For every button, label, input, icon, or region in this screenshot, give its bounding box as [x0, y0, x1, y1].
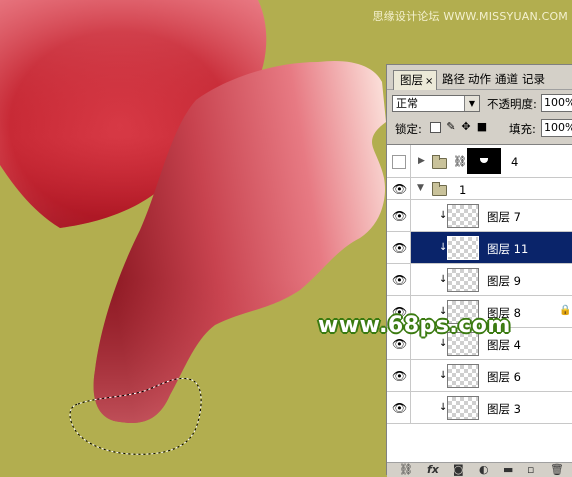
layer-name: 图层 7 [487, 210, 521, 224]
hidden-eye-box[interactable] [392, 155, 406, 169]
eye-icon[interactable]: 👁 [392, 210, 407, 222]
visibility-cell[interactable] [387, 145, 411, 177]
folder-icon [432, 182, 447, 196]
watermark-logo: www.68ps.com [318, 313, 511, 338]
layer-name: 图层 6 [487, 370, 521, 384]
panel-tabs: 图层 × 路径 动作 通道 记录 [387, 65, 572, 90]
tab-label: 图层 [400, 73, 423, 87]
layer-thumbnail[interactable] [447, 396, 479, 420]
new-group-icon[interactable]: ▬ [503, 464, 513, 476]
mask-thumbnail[interactable] [467, 148, 501, 174]
layer-group-4[interactable]: ▶ ⛓ 4 [387, 145, 572, 178]
close-icon[interactable]: × [425, 76, 433, 87]
visibility-cell[interactable]: 👁 [387, 200, 411, 231]
visibility-cell[interactable]: 👁 [387, 360, 411, 391]
lock-icon: 🔒 [559, 305, 572, 316]
blend-row: 正常 ▼ 不透明度: 100% [387, 93, 572, 115]
layers-panel: 图层× 路径 动作 通道 记录 正常 ▼ 不透明度: 100% 锁定: ✎ ✥ … [386, 64, 572, 477]
link-icon[interactable]: ⛓ [399, 464, 413, 476]
layer-name: 图层 3 [487, 402, 521, 416]
layer-name: 图层 9 [487, 274, 521, 288]
eye-icon[interactable]: 👁 [392, 370, 407, 382]
link-icon: ⛓ [453, 155, 467, 168]
eye-icon[interactable]: 👁 [392, 183, 407, 195]
layer-name: 图层 4 [487, 338, 521, 352]
layer-list: ▶ ⛓ 4 👁 ▼ 1 👁 ↓ 图层 7 👁 ↓ 图层 11 👁 ↓ 图层 9 … [387, 144, 572, 463]
chevron-down-icon[interactable]: ▼ [464, 96, 479, 111]
collapse-arrow-icon[interactable]: ▼ [417, 183, 424, 193]
layer-thumbnail[interactable] [447, 236, 479, 260]
lock-row: 锁定: ✎ ✥ ■ 填充: 100% [387, 118, 572, 140]
watermark-top: 思缘设计论坛 WWW.MISSYUAN.COM [372, 10, 568, 23]
fill-label: 填充: [509, 122, 536, 136]
tab-layers[interactable]: 图层 × [393, 70, 438, 90]
layer-row-9[interactable]: 👁 ↓ 图层 9 [387, 264, 572, 296]
layer-row-6[interactable]: 👁 ↓ 图层 6 [387, 360, 572, 392]
adjustment-icon[interactable]: ◐ [479, 464, 489, 476]
lock-all-icon[interactable]: ■ [476, 121, 488, 133]
folder-icon [432, 155, 447, 169]
tab-channels[interactable]: 通道 [493, 70, 520, 89]
tab-paths[interactable]: 路径 [440, 70, 467, 89]
layer-thumbnail[interactable] [447, 364, 479, 388]
lock-move-icon[interactable]: ✥ [460, 121, 472, 133]
mask-icon[interactable]: ◙ [453, 464, 464, 476]
layer-name: 图层 11 [487, 242, 529, 256]
visibility-cell[interactable]: 👁 [387, 178, 411, 199]
new-layer-icon[interactable]: ▫ [527, 464, 534, 476]
expand-arrow-icon[interactable]: ▶ [418, 156, 425, 166]
layer-thumbnail[interactable] [447, 268, 479, 292]
layer-row-3[interactable]: 👁 ↓ 图层 3 [387, 392, 572, 424]
blend-mode-value: 正常 [396, 97, 418, 110]
layer-row-7[interactable]: 👁 ↓ 图层 7 [387, 200, 572, 232]
eye-icon[interactable]: 👁 [392, 274, 407, 286]
lock-transparency-icon[interactable] [430, 122, 441, 133]
layer-group-1[interactable]: 👁 ▼ 1 [387, 178, 572, 200]
opacity-label: 不透明度: [487, 97, 537, 111]
tab-history[interactable]: 记录 [520, 70, 547, 89]
trash-icon[interactable]: 🗑 [550, 464, 564, 476]
lock-paint-icon[interactable]: ✎ [445, 121, 457, 133]
fill-input[interactable]: 100% [541, 119, 572, 137]
tab-actions[interactable]: 动作 [466, 70, 493, 89]
lock-label: 锁定: [395, 122, 422, 136]
visibility-cell[interactable]: 👁 [387, 264, 411, 295]
layer-name: 1 [459, 183, 467, 197]
visibility-cell[interactable]: 👁 [387, 232, 411, 263]
eye-icon[interactable]: 👁 [392, 338, 407, 350]
opacity-input[interactable]: 100% [541, 94, 572, 112]
layer-thumbnail[interactable] [447, 204, 479, 228]
layer-row-11[interactable]: 👁 ↓ 图层 11 [387, 232, 572, 264]
eye-icon[interactable]: 👁 [392, 402, 407, 414]
layer-name: 4 [511, 155, 519, 169]
blend-mode-select[interactable]: 正常 ▼ [392, 95, 480, 112]
fx-icon[interactable]: fx [427, 464, 439, 476]
visibility-cell[interactable]: 👁 [387, 392, 411, 423]
eye-icon[interactable]: 👁 [392, 242, 407, 254]
